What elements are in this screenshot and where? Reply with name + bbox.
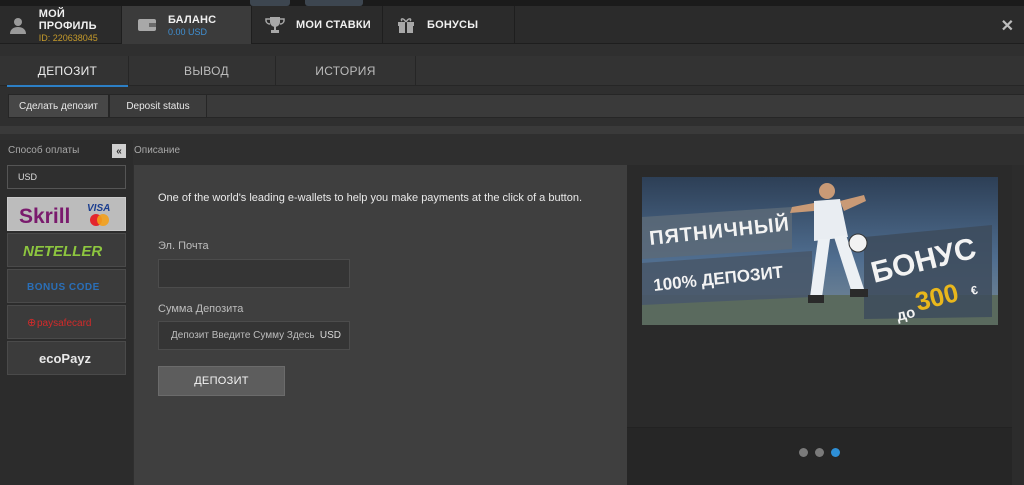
description-label: Описание (134, 145, 181, 156)
action-row-filler (207, 94, 1024, 118)
scrollbar[interactable] (1012, 165, 1024, 485)
deposit-subtabs: ДЕПОЗИТ ВЫВОД ИСТОРИЯ (0, 56, 1024, 87)
promo-banner[interactable]: ПЯТНИЧНЫЙ 100% ДЕПОЗИТ БОНУС до 300 € (642, 177, 998, 325)
paysafecard-mark: ⊕ (27, 317, 36, 329)
ecopayz-logo: ecoPayz (39, 351, 92, 366)
user-id: ID: 220638045 (38, 32, 98, 43)
carousel-dot[interactable] (815, 448, 824, 457)
amount-currency: USD (319, 330, 341, 341)
tab-bonuses[interactable]: БОНУСЫ (383, 6, 515, 44)
method-ecopayz[interactable]: ecoPayz (7, 341, 126, 375)
tab-deposit[interactable]: ДЕПОЗИТ (7, 56, 129, 87)
gift-icon (395, 14, 417, 36)
ecopayz-wordmark: ecoPayz (39, 351, 92, 366)
tab-balance[interactable]: БАЛАНС 0.00 USD (122, 6, 252, 44)
method-description: One of the world's leading e-wallets to … (158, 192, 582, 204)
amount-placeholder: Депозит Введите Сумму Здесь (171, 330, 315, 341)
email-label: Эл. Почта (158, 240, 209, 252)
method-paysafecard[interactable]: ⊕ paysafecard (7, 305, 126, 339)
tab-my-profile[interactable]: МОЙ ПРОФИЛЬ ID: 220638045 (0, 6, 122, 44)
tab-my-bets[interactable]: МОИ СТАВКИ (252, 6, 383, 44)
amount-label: Сумма Депозита (158, 303, 244, 315)
balance-value: 0.00 USD (168, 26, 208, 37)
tab-label: МОЙ ПРОФИЛЬ (38, 7, 97, 32)
make-deposit-button[interactable]: Сделать депозит (8, 94, 109, 118)
tab-history[interactable]: ИСТОРИЯ (276, 56, 416, 86)
deposit-submit-button[interactable]: ДЕПОЗИТ (158, 366, 285, 396)
carousel-dot-active[interactable] (831, 448, 840, 457)
skrill-wordmark: Skrill (19, 205, 70, 228)
payment-method-label: Способ оплаты (8, 145, 80, 156)
bonus-code-wordmark: BONUS CODE (27, 282, 100, 293)
skrill-logo: Skrill VISA (19, 203, 110, 228)
neteller-wordmark: NETELLER (23, 243, 102, 260)
deposit-status-button[interactable]: Deposit status (109, 94, 207, 118)
tab-label: БАЛАНС (168, 13, 217, 26)
tab-withdraw[interactable]: ВЫВОД (138, 56, 276, 86)
bonus-code-logo: BONUS CODE (27, 282, 100, 293)
collapse-icon[interactable]: « (112, 144, 126, 158)
paysafecard-wordmark: paysafecard (37, 318, 91, 329)
method-skrill[interactable]: Skrill VISA (7, 197, 126, 231)
user-icon (8, 14, 29, 36)
visa-wordmark: VISA (87, 203, 110, 214)
neteller-logo: NETELLER (23, 243, 102, 260)
paysafecard-logo: ⊕ paysafecard (27, 317, 91, 329)
tab-label: БОНУСЫ (427, 19, 479, 31)
banner-artwork: ПЯТНИЧНЫЙ 100% ДЕПОЗИТ БОНУС до 300 € (642, 177, 998, 325)
trophy-icon (264, 14, 286, 36)
wallet-icon (136, 14, 158, 36)
tab-label: МОИ СТАВКИ (296, 19, 371, 31)
carousel-dot[interactable] (799, 448, 808, 457)
amount-field[interactable]: Депозит Введите Сумму Здесь USD (158, 321, 350, 350)
method-neteller[interactable]: NETELLER (7, 233, 126, 267)
divider (0, 126, 1024, 134)
currency-select[interactable]: USD (7, 165, 126, 189)
close-icon[interactable]: ✕ (1001, 16, 1014, 36)
deposit-actions: Сделать депозит Deposit status (0, 92, 1024, 120)
method-bonus-code[interactable]: BONUS CODE (7, 269, 126, 303)
account-header: МОЙ ПРОФИЛЬ ID: 220638045 БАЛАНС 0.00 US… (0, 6, 1024, 44)
email-field[interactable] (158, 259, 350, 288)
